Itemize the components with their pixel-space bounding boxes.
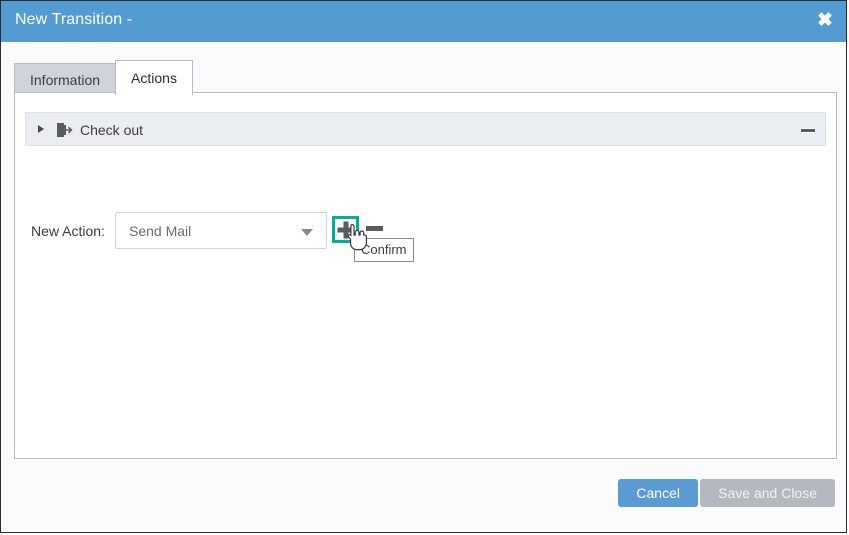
plus-vertical-bar xyxy=(343,221,348,238)
minus-icon xyxy=(366,226,383,231)
dialog-titlebar: New Transition - ✖ xyxy=(1,1,846,42)
new-action-label: New Action: xyxy=(31,223,105,239)
dialog-body: Information Actions Check out New Action… xyxy=(1,42,846,532)
remove-action-button[interactable] xyxy=(366,224,383,234)
dialog-title: New Transition - xyxy=(15,11,133,28)
close-icon[interactable]: ✖ xyxy=(812,9,838,33)
new-transition-dialog: New Transition - ✖ Information Actions Ch… xyxy=(0,0,847,533)
tab-information[interactable]: Information xyxy=(14,63,117,95)
dialog-footer: Cancel Save and Close xyxy=(1,459,846,532)
save-and-close-button[interactable]: Save and Close xyxy=(700,479,835,507)
chevron-down-icon xyxy=(301,229,313,236)
cancel-button[interactable]: Cancel xyxy=(618,479,698,507)
actions-tab-panel: Check out New Action: Send Mail Confirm xyxy=(14,92,837,459)
new-action-row: New Action: Send Mail Confirm xyxy=(15,93,838,262)
tabstrip: Information Actions xyxy=(14,60,193,95)
new-action-select[interactable]: Send Mail xyxy=(115,212,327,249)
tooltip-confirm: Confirm xyxy=(354,238,414,262)
new-action-select-value: Send Mail xyxy=(129,223,192,239)
tab-actions[interactable]: Actions xyxy=(115,60,193,95)
plus-icon xyxy=(337,221,354,238)
